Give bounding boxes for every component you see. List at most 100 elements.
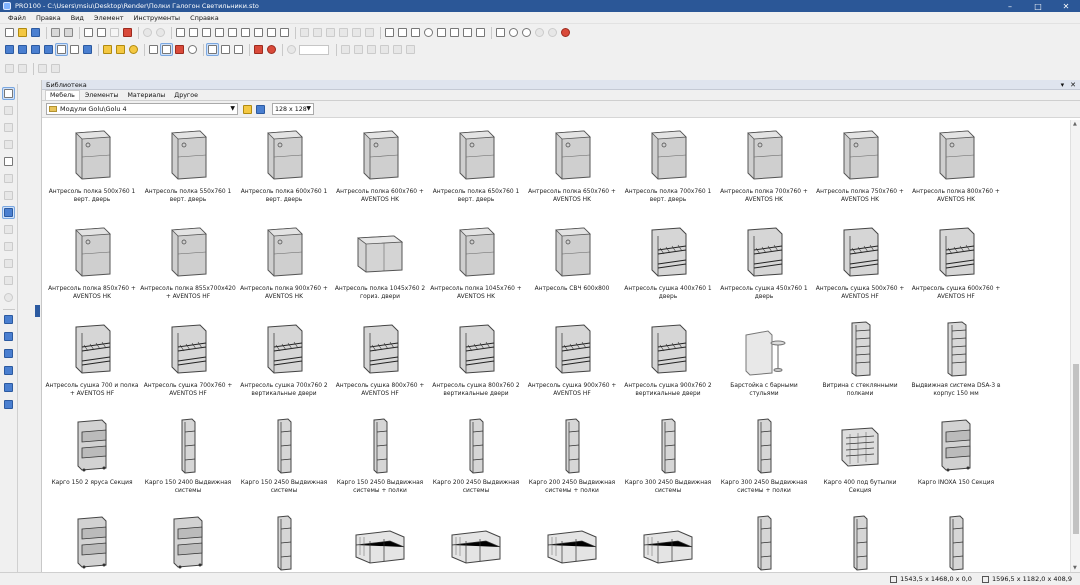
left-tool-14[interactable] [3,314,14,325]
library-close-button[interactable]: ✕ [1070,81,1076,89]
tab-elements[interactable]: Элементы [81,91,123,100]
menu-file[interactable]: Файл [3,14,31,22]
eye-button-2[interactable] [521,27,532,38]
group-button[interactable] [384,27,395,38]
library-item[interactable]: Антресоль полка 900х760 + AVENTOS HK [236,219,332,316]
minimize-button[interactable]: – [996,0,1024,12]
tool-button-2[interactable] [188,27,199,38]
library-item[interactable]: Витрина с стеклянными полками [812,316,908,413]
scrollbar-thumb[interactable] [1073,364,1079,534]
tool-button-6[interactable] [240,27,251,38]
tool-button-7[interactable] [253,27,264,38]
close-button[interactable]: ✕ [1052,0,1080,12]
zoom-field[interactable] [299,44,329,55]
view-button-7[interactable] [82,44,93,55]
light-tool-button[interactable] [128,44,139,55]
view-button-2[interactable] [17,44,28,55]
view-rotate-button-3[interactable] [366,44,377,55]
left-tool-7[interactable] [3,190,14,201]
mirror-button[interactable] [410,27,421,38]
left-tool-8[interactable] [2,206,15,219]
library-item[interactable]: Выдвижная система DSA-3 в корпус 150 мм [908,316,1004,413]
library-item[interactable]: Антресоль сушка 700х760 + AVENTOS HF [140,316,236,413]
vertical-scrollbar[interactable]: ▲ ▼ [1070,120,1080,572]
library-item[interactable]: Антресоль полка 800х760 + AVENTOS HK [908,122,1004,219]
print-preview-button[interactable] [50,27,61,38]
menu-element[interactable]: Элемент [89,14,129,22]
view-rotate-button-2[interactable] [353,44,364,55]
eye-button[interactable] [508,27,519,38]
tool-button-5[interactable] [227,27,238,38]
menu-view[interactable]: Вид [66,14,89,22]
copy-button[interactable] [96,27,107,38]
library-item[interactable]: Карго 200 2450 Выдвижная системы [428,413,524,510]
tab-materials[interactable]: Материалы [124,91,170,100]
menu-help[interactable]: Справка [185,14,224,22]
scroll-down-icon[interactable]: ▼ [1073,565,1077,571]
library-item[interactable]: Антресоль полка 500х760 1 верт. дверь [44,122,140,219]
library-item[interactable]: Антресоль сушка 700х760 2 вертикальные д… [236,316,332,413]
menu-tools[interactable]: Инструменты [129,14,186,22]
eye-button-3[interactable] [534,27,545,38]
library-item[interactable]: Антресоль сушка 400х760 1 дверь [620,219,716,316]
left-tool-10[interactable] [3,241,14,252]
library-item[interactable]: Антресоль сушка 900х760 2 вертикальные д… [620,316,716,413]
thumbnail-size-select[interactable]: 128 x 128 ▼ [272,103,314,115]
view-button-3[interactable] [30,44,41,55]
snap-button-2[interactable] [220,44,231,55]
library-item[interactable] [44,510,140,572]
view-mode-button[interactable] [255,104,266,115]
dim-button-4[interactable] [50,63,61,74]
view-button-5[interactable] [55,43,68,56]
library-item[interactable]: Карго 150 2450 Выдвижная системы + полки [332,413,428,510]
paste-button[interactable] [109,27,120,38]
view-button-1[interactable] [4,44,15,55]
left-tool-4[interactable] [3,139,14,150]
library-item[interactable]: Антресоль полка 600х760 1 верт. дверь [236,122,332,219]
target-button[interactable] [266,44,277,55]
left-tool-6[interactable] [3,173,14,184]
library-item[interactable]: Карго 150 2 яруса Секция [44,413,140,510]
library-item[interactable]: Антресоль полка 855х700х420 + AVENTOS HF [140,219,236,316]
left-tool-3[interactable] [3,122,14,133]
library-item[interactable]: Карго INOXA 150 Секция [908,413,1004,510]
library-item[interactable]: Антресоль сушка 500х760 + AVENTOS HF [812,219,908,316]
paint-tool-button[interactable] [115,44,126,55]
panel-splitter[interactable] [35,305,40,317]
save-button[interactable] [30,27,41,38]
library-item[interactable]: Антресоль полка 850х760 + AVENTOS HK [44,219,140,316]
left-tool-17[interactable] [3,365,14,376]
copy-move-button[interactable] [475,27,486,38]
flip-button[interactable] [462,27,473,38]
library-item[interactable] [332,510,428,572]
edit-tool-button[interactable] [148,44,159,55]
left-tool-18[interactable] [3,382,14,393]
left-tool-5[interactable] [3,156,14,167]
scroll-up-icon[interactable]: ▲ [1073,121,1077,127]
library-item[interactable]: Карго 300 2450 Выдвижная системы [620,413,716,510]
library-item[interactable]: Карго 300 2450 Выдвижная системы + полки [716,413,812,510]
library-item[interactable] [140,510,236,572]
library-item[interactable] [908,510,1004,572]
library-item[interactable]: Антресоль полка 1045х760 + AVENTOS HK [428,219,524,316]
library-item[interactable]: Карго 150 2400 Выдвижная системы [140,413,236,510]
library-item[interactable]: Антресоль полка 750х760 + AVENTOS HK [812,122,908,219]
library-item[interactable] [716,510,812,572]
align-button-5[interactable] [351,27,362,38]
dim-button-3[interactable] [37,63,48,74]
library-path-select[interactable]: Модули Golu\Golu 4 ▼ [46,103,238,115]
library-item[interactable]: Карго 400 под бутылки Секция [812,413,908,510]
library-item[interactable] [428,510,524,572]
view-button-4[interactable] [43,44,54,55]
menu-edit[interactable]: Правка [31,14,66,22]
library-item[interactable]: Антресоль полка 650х760 1 верт. дверь [428,122,524,219]
library-item[interactable]: Антресоль сушка 800х760 2 вертикальные д… [428,316,524,413]
tool-button-3[interactable] [201,27,212,38]
tool-button-8[interactable] [266,27,277,38]
library-item[interactable]: Антресоль полка 600х760 + AVENTOS HK [332,122,428,219]
move-button[interactable] [436,27,447,38]
open-file-button[interactable] [17,27,28,38]
left-tool-9[interactable] [3,224,14,235]
library-item[interactable]: Карго 200 2450 Выдвижная системы + полки [524,413,620,510]
redo-button[interactable] [155,27,166,38]
